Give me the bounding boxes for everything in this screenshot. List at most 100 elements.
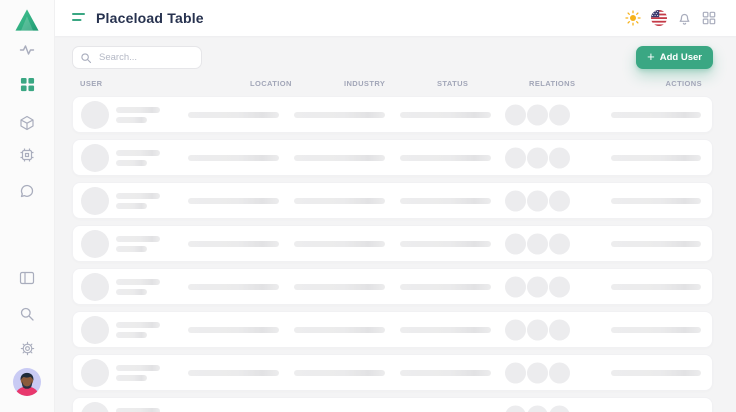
placeholder-bar <box>116 236 160 242</box>
placeholder-bar <box>116 365 160 371</box>
relation-circle-placeholder <box>527 319 548 340</box>
language-us-flag-icon[interactable] <box>651 10 667 26</box>
sidebar-item-dashboard[interactable] <box>0 79 54 95</box>
user-avatar-placeholder <box>81 144 109 172</box>
actions-placeholder <box>611 155 701 161</box>
actions-placeholder <box>611 198 701 204</box>
search-box <box>72 46 202 69</box>
sidebar-item-panels[interactable] <box>0 272 54 288</box>
status-placeholder <box>400 241 491 247</box>
placeholder-bar <box>116 107 160 113</box>
sidebar-item-components[interactable] <box>0 149 54 165</box>
placeholder-bar <box>116 117 147 123</box>
header-actions <box>625 10 716 26</box>
relation-circle-placeholder <box>527 233 548 254</box>
search-icon <box>19 306 35 327</box>
placeholder-bar <box>116 150 160 156</box>
user-avatar[interactable] <box>0 368 54 396</box>
placeholder-bar <box>116 375 147 381</box>
relation-circle-placeholder <box>549 147 570 168</box>
location-placeholder <box>188 241 279 247</box>
user-avatar-placeholder <box>81 316 109 344</box>
relation-circle-placeholder <box>505 319 526 340</box>
status-placeholder <box>400 370 491 376</box>
table-row-placeholder <box>72 225 713 262</box>
placeholder-bar <box>116 332 147 338</box>
location-placeholder <box>188 155 279 161</box>
user-text-placeholder <box>116 236 160 252</box>
column-header-location: LOCATION <box>250 79 292 88</box>
relation-circle-placeholder <box>549 362 570 383</box>
sidebar-item-activity[interactable] <box>0 44 54 60</box>
user-avatar-placeholder <box>81 187 109 215</box>
relation-circle-placeholder <box>527 147 548 168</box>
content-area: + Add User USER LOCATION INDUSTRY STATUS… <box>54 36 736 412</box>
location-placeholder <box>188 284 279 290</box>
industry-placeholder <box>294 284 385 290</box>
user-avatar-placeholder <box>81 402 109 412</box>
sidebar-item-messages[interactable] <box>0 185 54 201</box>
location-placeholder <box>188 198 279 204</box>
apps-grid-icon[interactable] <box>702 11 716 25</box>
column-header-actions: ACTIONS <box>665 79 702 88</box>
table-row-placeholder <box>72 354 713 391</box>
placeholder-bar <box>116 193 160 199</box>
user-text-placeholder <box>116 107 160 123</box>
relation-circle-placeholder <box>505 190 526 211</box>
status-placeholder <box>400 327 491 333</box>
relation-circle-placeholder <box>505 362 526 383</box>
search-input[interactable] <box>72 46 202 69</box>
table-row-placeholder <box>72 182 713 219</box>
plus-icon: + <box>647 50 655 63</box>
user-avatar-placeholder <box>81 230 109 258</box>
table-row-placeholder <box>72 96 713 133</box>
gear-icon <box>20 341 35 361</box>
location-placeholder <box>188 327 279 333</box>
table-rows <box>72 96 713 412</box>
brand-logo[interactable] <box>0 6 54 34</box>
relations-placeholder <box>505 233 570 254</box>
sidebar-item-settings[interactable] <box>0 343 54 359</box>
user-text-placeholder <box>116 193 160 209</box>
relation-circle-placeholder <box>549 405 570 412</box>
user-avatar-placeholder <box>81 101 109 129</box>
column-header-industry: INDUSTRY <box>344 79 385 88</box>
relations-placeholder <box>505 190 570 211</box>
user-text-placeholder <box>116 322 160 338</box>
industry-placeholder <box>294 327 385 333</box>
sidebar-item-search[interactable] <box>0 308 54 324</box>
table-row-placeholder <box>72 311 713 348</box>
notifications-bell-icon[interactable] <box>677 11 692 26</box>
placeholder-bar <box>116 160 147 166</box>
actions-placeholder <box>611 370 701 376</box>
placeholder-bar <box>116 279 160 285</box>
user-avatar-placeholder <box>81 273 109 301</box>
relations-placeholder <box>505 104 570 125</box>
actions-placeholder <box>611 112 701 118</box>
chat-bubble-icon <box>19 183 35 204</box>
actions-placeholder <box>611 284 701 290</box>
relation-circle-placeholder <box>505 405 526 412</box>
relations-placeholder <box>505 147 570 168</box>
relation-circle-placeholder <box>527 362 548 383</box>
panels-icon <box>19 270 35 291</box>
sidebar-item-cube[interactable] <box>0 117 54 133</box>
user-avatar-placeholder <box>81 359 109 387</box>
industry-placeholder <box>294 198 385 204</box>
column-header-relations: RELATIONS <box>529 79 575 88</box>
relation-circle-placeholder <box>527 405 548 412</box>
placeholder-bar <box>116 246 147 252</box>
relation-circle-placeholder <box>505 233 526 254</box>
user-text-placeholder <box>116 150 160 166</box>
sidebar <box>0 0 55 412</box>
status-placeholder <box>400 155 491 161</box>
menu-toggle-icon[interactable] <box>72 13 86 23</box>
user-text-placeholder <box>116 408 160 412</box>
add-user-button[interactable]: + Add User <box>636 46 713 69</box>
user-text-placeholder <box>116 279 160 295</box>
table-toolbar: + Add User <box>72 45 713 69</box>
placeholder-bar <box>116 322 160 328</box>
theme-sun-icon[interactable] <box>625 10 641 26</box>
relation-circle-placeholder <box>527 190 548 211</box>
page-title: Placeload Table <box>96 10 204 26</box>
